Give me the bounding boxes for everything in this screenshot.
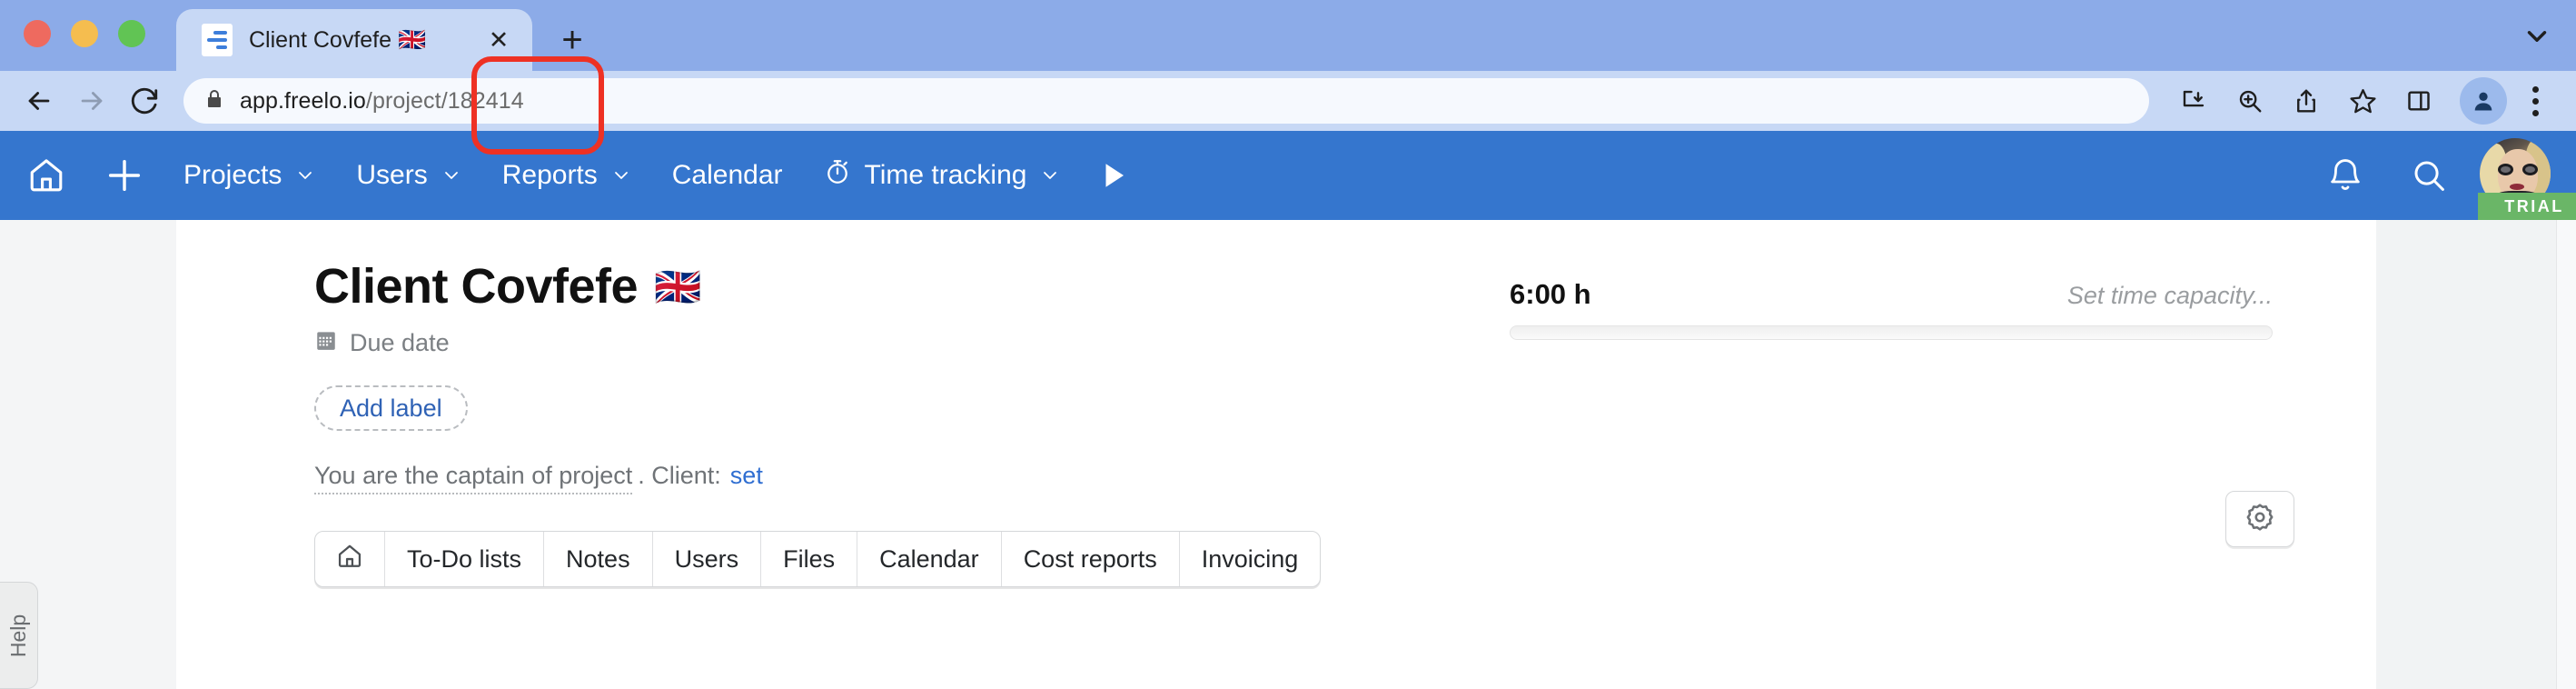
reload-icon[interactable] bbox=[118, 75, 171, 127]
browser-window: Client Covfefe 🇬🇧 ✕ + app.freelo.io/proj… bbox=[0, 0, 2576, 689]
tab-cost-reports[interactable]: Cost reports bbox=[1002, 532, 1180, 587]
install-download-icon[interactable] bbox=[2165, 76, 2222, 125]
app-navigation-bar: Projects Users Reports Calendar Time tra… bbox=[0, 131, 2576, 220]
search-icon[interactable] bbox=[2387, 131, 2471, 220]
toolbar-icon-group bbox=[2165, 76, 2556, 125]
window-maximize-button[interactable] bbox=[118, 20, 145, 47]
gear-icon bbox=[2244, 502, 2275, 537]
chevron-down-icon bbox=[1039, 165, 1061, 186]
page-title-text: Client Covfefe bbox=[314, 259, 639, 314]
project-header-column: Client Covfefe 🇬🇧 Due date Add label You bbox=[314, 259, 1432, 588]
chevron-down-icon bbox=[441, 165, 462, 186]
app-nav-left-group: Projects Users Reports Calendar Time tra… bbox=[7, 131, 1144, 220]
side-panel-icon[interactable] bbox=[2391, 76, 2447, 125]
nav-item-label: Users bbox=[356, 160, 428, 190]
calendar-icon bbox=[314, 328, 338, 358]
app-nav-right-group: TRIAL bbox=[2304, 131, 2576, 220]
tab-notes[interactable]: Notes bbox=[544, 532, 653, 587]
play-triangle-icon[interactable] bbox=[1081, 131, 1144, 220]
nav-item-label: Reports bbox=[501, 160, 598, 190]
page-scrollbar[interactable] bbox=[2556, 220, 2576, 689]
three-dot-menu-icon[interactable] bbox=[2514, 76, 2556, 125]
back-arrow-icon[interactable] bbox=[13, 75, 65, 127]
nav-item-projects[interactable]: Projects bbox=[163, 131, 336, 220]
browser-tab-strip: Client Covfefe 🇬🇧 ✕ + bbox=[0, 0, 2576, 71]
plus-icon[interactable] bbox=[85, 131, 163, 220]
bookmark-star-icon[interactable] bbox=[2334, 76, 2391, 125]
page-title: Client Covfefe 🇬🇧 bbox=[314, 259, 1432, 314]
add-label-button[interactable]: Add label bbox=[314, 385, 468, 432]
time-capacity-hours: 6:00 h bbox=[1510, 278, 1591, 310]
forward-arrow-icon[interactable] bbox=[65, 75, 118, 127]
set-time-capacity-link[interactable]: Set time capacity... bbox=[2067, 282, 2273, 310]
home-icon bbox=[335, 542, 364, 577]
chevron-down-icon[interactable] bbox=[2522, 21, 2552, 56]
due-date-field[interactable]: Due date bbox=[314, 328, 1432, 358]
nav-item-reports[interactable]: Reports bbox=[482, 131, 652, 220]
tab-files[interactable]: Files bbox=[761, 532, 858, 587]
left-gutter: Help bbox=[0, 220, 176, 689]
page-body: Help Client Covfefe 🇬🇧 Due date Add labe… bbox=[0, 220, 2576, 689]
browser-profile-avatar[interactable] bbox=[2460, 77, 2507, 125]
zoom-search-icon[interactable] bbox=[2222, 76, 2278, 125]
right-gutter bbox=[2376, 220, 2576, 689]
new-tab-button[interactable]: + bbox=[552, 20, 592, 60]
time-capacity-column: 6:00 h Set time capacity... bbox=[1510, 260, 2273, 587]
help-tab-label: Help bbox=[6, 614, 30, 657]
window-close-button[interactable] bbox=[24, 20, 51, 47]
project-tab-bar: To-Do lists Notes Users Files Calendar C… bbox=[314, 531, 1322, 588]
tab-users[interactable]: Users bbox=[653, 532, 762, 587]
nav-item-label: Calendar bbox=[671, 160, 783, 190]
browser-tab-title: Client Covfefe 🇬🇧 bbox=[249, 26, 427, 53]
freelo-favicon-icon bbox=[202, 24, 233, 56]
project-content-panel: Client Covfefe 🇬🇧 Due date Add label You bbox=[176, 220, 2376, 689]
browser-toolbar: app.freelo.io/project/182414 bbox=[0, 71, 2576, 131]
client-prefix-label: . Client: bbox=[638, 462, 721, 490]
chevron-down-icon bbox=[294, 165, 316, 186]
help-tab-button[interactable]: Help bbox=[0, 582, 38, 689]
due-date-label: Due date bbox=[350, 329, 450, 357]
trial-badge: TRIAL bbox=[2478, 193, 2576, 220]
nav-item-users[interactable]: Users bbox=[336, 131, 481, 220]
share-icon[interactable] bbox=[2278, 76, 2334, 125]
notification-bell-icon[interactable] bbox=[2304, 131, 2387, 220]
captain-text[interactable]: You are the captain of project bbox=[314, 462, 633, 495]
window-minimize-button[interactable] bbox=[71, 20, 98, 47]
tab-todo-lists[interactable]: To-Do lists bbox=[385, 532, 545, 587]
browser-tab[interactable]: Client Covfefe 🇬🇧 ✕ bbox=[176, 9, 532, 71]
set-client-link[interactable]: set bbox=[730, 462, 763, 490]
nav-item-time-tracking[interactable]: Time tracking bbox=[803, 131, 1082, 220]
close-icon[interactable]: ✕ bbox=[483, 25, 514, 55]
stopwatch-icon bbox=[823, 157, 852, 194]
project-settings-button[interactable] bbox=[2225, 491, 2294, 547]
uk-flag-emoji-icon: 🇬🇧 bbox=[654, 265, 701, 308]
address-bar[interactable]: app.freelo.io/project/182414 bbox=[183, 78, 2149, 124]
address-bar-url: app.freelo.io/project/182414 bbox=[240, 87, 524, 114]
window-traffic-lights bbox=[24, 0, 145, 71]
home-icon[interactable] bbox=[7, 131, 85, 220]
time-capacity-progress-bar bbox=[1510, 325, 2273, 340]
chevron-down-icon bbox=[610, 165, 632, 186]
project-captain-line: You are the captain of project . Client:… bbox=[314, 462, 763, 495]
tab-home[interactable] bbox=[315, 532, 385, 587]
nav-item-calendar[interactable]: Calendar bbox=[652, 131, 803, 220]
nav-item-label: Projects bbox=[183, 160, 282, 190]
lock-icon bbox=[203, 88, 225, 115]
tab-invoicing[interactable]: Invoicing bbox=[1180, 532, 1321, 586]
nav-item-label: Time tracking bbox=[864, 160, 1027, 190]
user-avatar[interactable]: TRIAL bbox=[2478, 131, 2576, 220]
tab-calendar[interactable]: Calendar bbox=[857, 532, 1002, 587]
